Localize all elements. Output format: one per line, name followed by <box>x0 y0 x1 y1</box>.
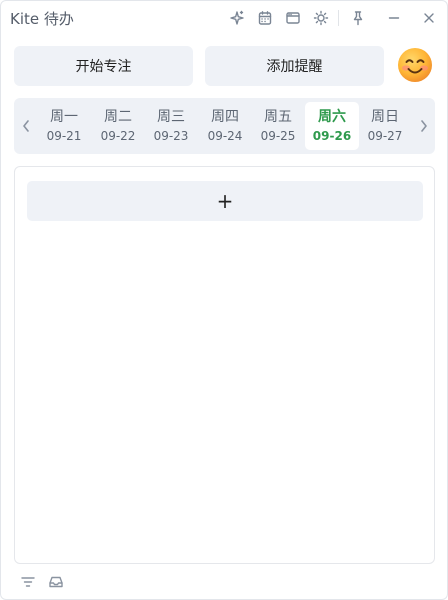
day-name: 周一 <box>50 108 78 125</box>
calendar-icon[interactable] <box>256 9 274 27</box>
day-name: 周六 <box>318 108 346 125</box>
day-date: 09-25 <box>260 128 296 143</box>
day-date: 09-23 <box>153 128 189 143</box>
window-title: Kite 待办 <box>10 10 74 28</box>
close-icon[interactable] <box>420 9 438 27</box>
add-task-button[interactable]: + <box>27 181 423 221</box>
day-name: 周四 <box>211 108 239 125</box>
task-list-panel: + <box>14 166 435 564</box>
avatar[interactable] <box>397 47 433 83</box>
chevron-left-icon[interactable] <box>18 116 34 136</box>
chevron-right-icon[interactable] <box>416 116 432 136</box>
inbox-icon[interactable] <box>47 573 65 591</box>
add-reminder-button[interactable]: 添加提醒 <box>205 46 384 86</box>
day-date: 09-26 <box>312 128 352 143</box>
week-day-strip: 周一 09-21 周二 09-22 周三 09-23 周四 09-24 周五 0… <box>14 98 435 154</box>
day-sunday[interactable]: 周日 09-27 <box>358 102 412 150</box>
day-thursday[interactable]: 周四 09-24 <box>198 102 252 150</box>
day-saturday-selected[interactable]: 周六 09-26 <box>305 102 359 150</box>
minimize-icon[interactable] <box>385 9 403 27</box>
day-name: 周二 <box>104 108 132 125</box>
day-monday[interactable]: 周一 09-21 <box>37 102 91 150</box>
sun-icon[interactable] <box>312 9 330 27</box>
day-name: 周五 <box>264 108 292 125</box>
app-window: Kite 待办 开始专注 添加提醒 周一 09-21 周二 09-22 周三 0… <box>0 0 448 600</box>
day-date: 09-22 <box>100 128 136 143</box>
day-tuesday[interactable]: 周二 09-22 <box>91 102 145 150</box>
day-name: 周三 <box>157 108 185 125</box>
day-wednesday[interactable]: 周三 09-23 <box>144 102 198 150</box>
start-focus-button[interactable]: 开始专注 <box>14 46 193 86</box>
title-bar: Kite 待办 <box>1 1 447 35</box>
window-icon[interactable] <box>284 9 302 27</box>
day-date: 09-21 <box>46 128 82 143</box>
sparkle-icon[interactable] <box>228 9 246 27</box>
smiling-face-icon <box>398 48 432 82</box>
pin-icon[interactable] <box>349 9 367 27</box>
day-date: 09-27 <box>367 128 403 143</box>
filter-icon[interactable] <box>19 573 37 591</box>
title-separator <box>338 10 339 26</box>
day-name: 周日 <box>371 108 399 125</box>
day-date: 09-24 <box>207 128 243 143</box>
day-friday[interactable]: 周五 09-25 <box>251 102 305 150</box>
